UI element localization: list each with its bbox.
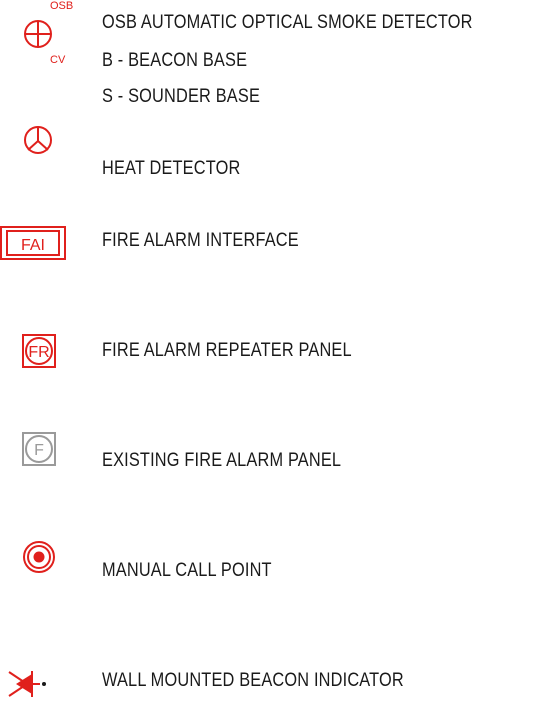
heat-detector-icon (24, 126, 52, 154)
f-icon-text: F (34, 442, 44, 459)
beacon-base-label: B - BEACON BASE (102, 50, 248, 71)
wall-beacon-label: WALL MOUNTED BEACON INDICATOR (102, 670, 404, 691)
fire-alarm-repeater-label: FIRE ALARM REPEATER PANEL (102, 340, 352, 361)
fire-alarm-interface-label: FIRE ALARM INTERFACE (102, 230, 299, 251)
fire-alarm-interface-icon: FAI (0, 226, 66, 260)
manual-call-point-icon (23, 541, 55, 573)
smoke-detector-label: OSB AUTOMATIC OPTICAL SMOKE DETECTOR (102, 12, 473, 33)
smoke-detector-tag-cv: CV (50, 54, 66, 66)
existing-fire-alarm-panel-icon: F (22, 432, 56, 466)
manual-call-point-label: MANUAL CALL POINT (102, 560, 272, 581)
existing-fire-alarm-panel-label: EXISTING FIRE ALARM PANEL (102, 450, 342, 471)
smoke-detector-tag-osb: OSB (50, 0, 74, 12)
smoke-detector-icon (24, 20, 52, 48)
heat-detector-label: HEAT DETECTOR (102, 158, 241, 179)
fire-alarm-repeater-icon: FR (22, 334, 56, 368)
wall-beacon-icon (8, 671, 46, 697)
fr-icon-text: FR (28, 344, 49, 361)
fai-icon-text: FAI (21, 237, 45, 254)
sounder-base-label: S - SOUNDER BASE (102, 86, 261, 107)
